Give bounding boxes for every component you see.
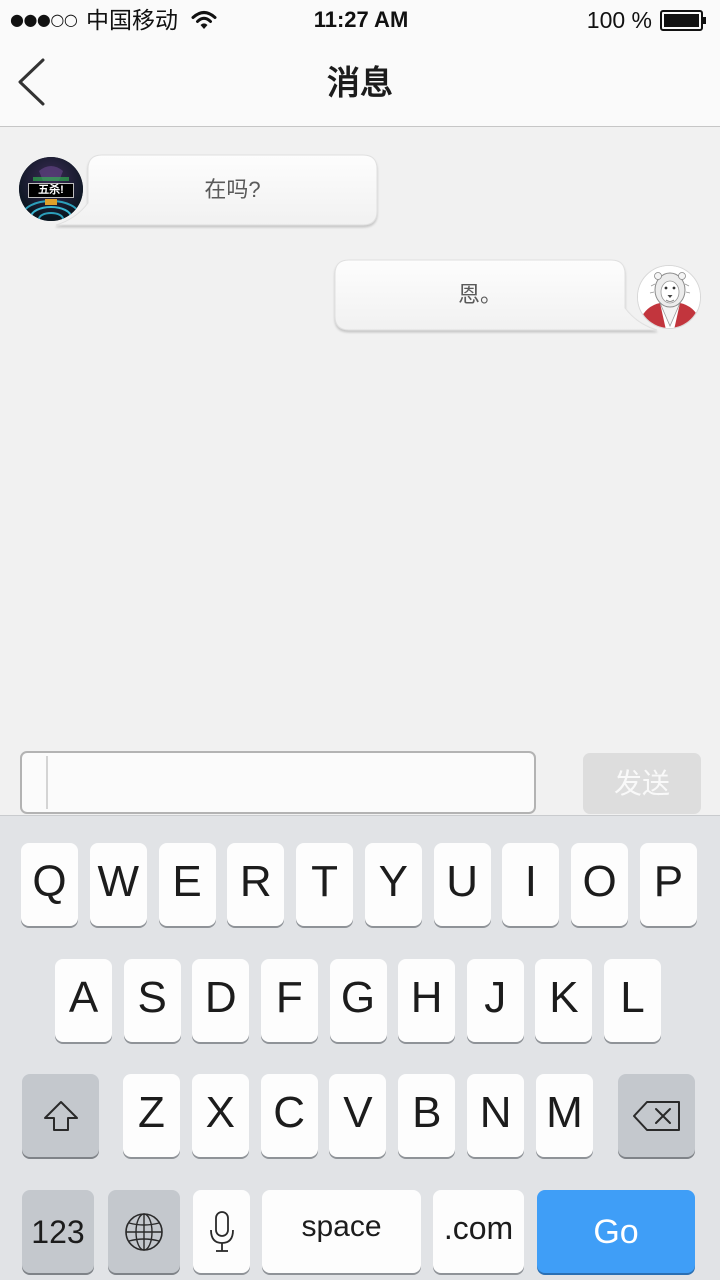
key-u[interactable]: U	[433, 843, 491, 926]
key-s[interactable]: S	[123, 959, 181, 1042]
key-d[interactable]: D	[192, 959, 250, 1042]
dotcom-key[interactable]: .com	[433, 1190, 524, 1273]
backspace-icon	[632, 1100, 680, 1131]
message-text: 恩。	[457, 282, 502, 307]
page-title: 消息	[327, 64, 393, 101]
key-b[interactable]: B	[398, 1074, 456, 1157]
key-j[interactable]: J	[466, 959, 524, 1042]
chevron-left-icon	[18, 58, 45, 106]
key-f[interactable]: F	[260, 959, 318, 1042]
shift-icon	[43, 1100, 78, 1131]
battery-percentage: 100 %	[586, 7, 652, 33]
space-key[interactable]: space	[262, 1190, 421, 1273]
key-i[interactable]: I	[502, 843, 560, 926]
key-k[interactable]: K	[535, 959, 593, 1042]
carrier-name: 中国移动	[86, 7, 178, 33]
message-text: 在吗?	[204, 177, 261, 202]
key-a[interactable]: A	[55, 959, 112, 1042]
key-x[interactable]: X	[191, 1074, 249, 1157]
keyboard: Q W E R T Y U I O P A S D F G H J K L Z …	[0, 815, 720, 1280]
key-y[interactable]: Y	[364, 843, 422, 926]
key-v[interactable]: V	[329, 1074, 387, 1157]
message-input[interactable]	[52, 753, 522, 812]
globe-icon	[125, 1212, 163, 1251]
avatar-label: 五杀!	[28, 183, 74, 198]
back-button[interactable]	[12, 54, 52, 110]
key-r[interactable]: R	[227, 843, 285, 926]
send-button[interactable]: 发送	[583, 753, 701, 814]
game-avatar-icon[interactable]: 五杀!	[19, 157, 83, 221]
navigation-bar: 消息	[0, 40, 720, 127]
key-m[interactable]: M	[535, 1074, 593, 1157]
key-c[interactable]: C	[260, 1074, 318, 1157]
key-p[interactable]: P	[639, 843, 697, 926]
wifi-icon	[191, 10, 217, 30]
key-e[interactable]: E	[158, 843, 216, 926]
key-o[interactable]: O	[571, 843, 629, 926]
lion-avatar-icon[interactable]	[637, 265, 701, 329]
globe-key[interactable]	[108, 1190, 180, 1273]
status-bar: ●●●○○ 中国移动 11:27 AM 100 %	[0, 0, 720, 40]
message-input-field[interactable]	[20, 751, 536, 814]
signal-strength: ●●●○○	[10, 10, 78, 29]
key-l[interactable]: L	[604, 959, 661, 1042]
keyboard-row-1: Q W E R T Y U I O P	[21, 843, 697, 926]
delete-key[interactable]	[618, 1074, 695, 1157]
dictation-key[interactable]	[193, 1190, 250, 1273]
go-key[interactable]: Go	[537, 1190, 695, 1273]
shift-key[interactable]	[22, 1074, 99, 1157]
text-cursor	[46, 756, 48, 809]
message-composer: 发送	[0, 740, 720, 815]
key-g[interactable]: G	[329, 959, 387, 1042]
key-w[interactable]: W	[89, 843, 147, 926]
chat-screen: ●●●○○ 中国移动 11:27 AM 100 % 消息 在吗? 五杀! 恩。 …	[0, 0, 720, 1280]
numbers-key[interactable]: 123	[22, 1190, 94, 1273]
battery-icon	[660, 10, 708, 31]
clock-time: 11:27 AM	[313, 7, 409, 32]
microphone-icon	[209, 1210, 234, 1252]
keyboard-row-2: A S D F G H J K L	[55, 959, 661, 1042]
key-n[interactable]: N	[467, 1074, 525, 1157]
key-z[interactable]: Z	[123, 1074, 180, 1157]
key-q[interactable]: Q	[21, 843, 78, 926]
key-t[interactable]: T	[296, 843, 354, 926]
key-h[interactable]: H	[398, 959, 456, 1042]
keyboard-row-3: Z X C V B N M	[123, 1074, 593, 1157]
message-list[interactable]: 在吗? 五杀! 恩。	[0, 127, 720, 740]
